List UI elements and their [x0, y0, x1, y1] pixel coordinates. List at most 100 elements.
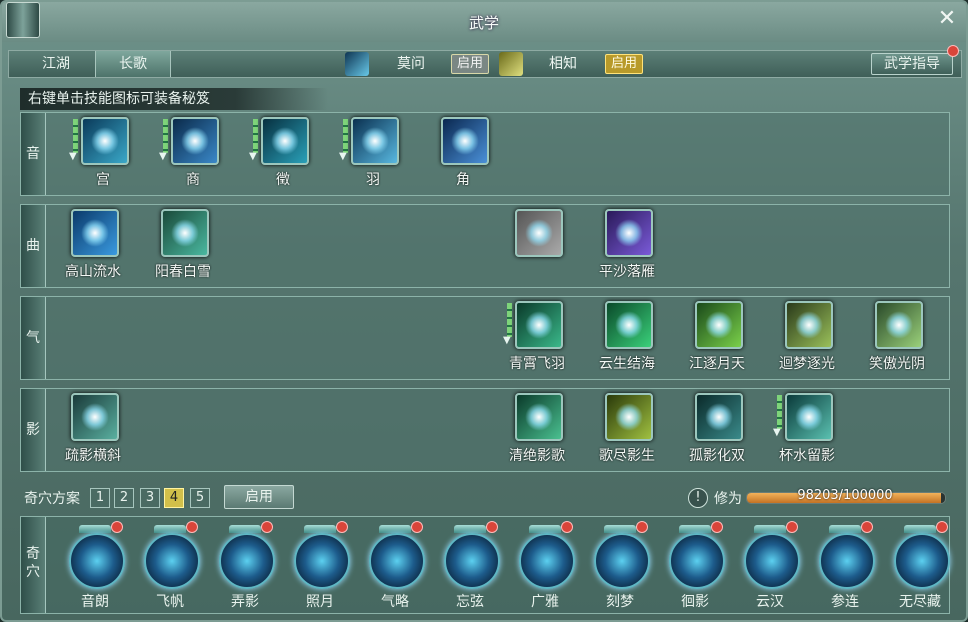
qixue-icon[interactable]	[369, 533, 425, 589]
qixue-item[interactable]: 参连	[815, 521, 875, 611]
qixue-item[interactable]: 广雅	[515, 521, 575, 611]
scheme-1-button[interactable]: 1	[90, 488, 110, 508]
skill-yunshengjiehai[interactable]: 云生结海	[587, 297, 667, 377]
qixue-item[interactable]: 刻梦	[590, 521, 650, 611]
tab-changge[interactable]: 长歌	[95, 51, 171, 77]
qixue-name: 广雅	[531, 594, 559, 610]
skill-beishuiliuying[interactable]: ▼ 杯水留影	[767, 389, 847, 469]
skill-row-qi: 气 ▼ 青霄飞羽 云生结海 江逐月天 迴梦逐光 笑傲光阴	[20, 296, 950, 380]
skill-qingxiaofeiyu[interactable]: ▼ 青霄飞羽	[497, 297, 577, 377]
qixue-name: 忘弦	[456, 594, 484, 610]
skill-xiaoaoguangyin[interactable]: 笑傲光阴	[857, 297, 937, 377]
close-icon[interactable]: ✕	[936, 8, 958, 30]
skill-jiangzhuyuetian[interactable]: 江逐月天	[677, 297, 757, 377]
pingshaluoyan-icon[interactable]	[605, 209, 653, 257]
qixue-name: 云汉	[756, 594, 784, 610]
notification-dot	[111, 521, 123, 533]
qixue-cap	[304, 525, 336, 533]
skill-row-qu: 曲 高山流水 阳春白雪 平沙落雁	[20, 204, 950, 288]
skill-qingjueyingge[interactable]: 清绝影歌	[497, 389, 577, 469]
row-cap-qixue: 奇穴	[21, 517, 46, 613]
qingxiaofeiyu-icon[interactable]	[515, 301, 563, 349]
scheme-2-button[interactable]: 2	[114, 488, 134, 508]
skill-shuyinghengxie[interactable]: 疏影横斜	[53, 389, 133, 469]
guide-button[interactable]: 武学指导	[871, 53, 953, 75]
qixue-icon[interactable]	[444, 533, 500, 589]
scheme-enable-button[interactable]: 启用	[224, 485, 294, 509]
skill-gong[interactable]: ▼ 宫	[63, 113, 143, 193]
qixue-icon[interactable]	[669, 533, 725, 589]
scheme-4-button[interactable]: 4	[164, 488, 184, 508]
yunshengjiehai-icon[interactable]	[605, 301, 653, 349]
qixue-icon[interactable]	[294, 533, 350, 589]
qingjueyingge-icon[interactable]	[515, 393, 563, 441]
mowen-enable-badge[interactable]: 启用	[451, 54, 490, 74]
scheme-3-button[interactable]: 3	[140, 488, 160, 508]
qixue-item[interactable]: 无尽藏	[890, 521, 950, 611]
skill-yangchunbaixue[interactable]: 阳春白雪	[143, 205, 223, 285]
info-icon[interactable]: !	[688, 488, 708, 508]
qixue-name: 弄影	[231, 594, 259, 610]
scheme-5-button[interactable]: 5	[190, 488, 210, 508]
qixue-icon[interactable]	[144, 533, 200, 589]
gong-icon[interactable]	[81, 117, 129, 165]
qixue-item[interactable]: 音朗	[65, 521, 125, 611]
skill-shang[interactable]: ▼ 商	[153, 113, 233, 193]
qixue-item[interactable]: 忘弦	[440, 521, 500, 611]
gaoshanliushui-icon[interactable]	[71, 209, 119, 257]
xiaoaoguangyin-icon[interactable]	[875, 301, 923, 349]
yu-icon[interactable]	[351, 117, 399, 165]
snowflake-icon[interactable]	[161, 209, 209, 257]
skill-jue[interactable]: 角	[423, 113, 503, 193]
skill-locked-flower[interactable]	[497, 205, 577, 285]
qixue-icon[interactable]	[519, 533, 575, 589]
qixue-item[interactable]: 徊影	[665, 521, 725, 611]
qixue-item[interactable]: 云汉	[740, 521, 800, 611]
jue-icon[interactable]	[441, 117, 489, 165]
qixue-icon[interactable]	[594, 533, 650, 589]
sect-mowen-label[interactable]: 莫问	[397, 51, 425, 77]
scheme-label: 奇穴方案	[24, 491, 80, 507]
qixue-icon[interactable]	[219, 533, 275, 589]
qixue-icon[interactable]	[744, 533, 800, 589]
tab-bar: 江湖 长歌 莫问 启用 相知 启用 武学指导	[8, 45, 962, 78]
qixue-item[interactable]: 飞帆	[140, 521, 200, 611]
qixue-cap	[604, 525, 636, 533]
sect-xiangzhi-label[interactable]: 相知	[549, 51, 577, 77]
skill-yu[interactable]: ▼ 羽	[333, 113, 413, 193]
cultivation-text: 98203/100000	[797, 488, 893, 503]
skill-gaoshanliushui[interactable]: 高山流水	[53, 205, 133, 285]
qixue-name: 音朗	[81, 594, 109, 610]
qixue-cap	[79, 525, 111, 533]
qixue-row: 奇穴 音朗 飞帆 弄影 照月 气略 忘弦 广雅 刻梦 徊影 云汉 参连 无尽藏	[20, 516, 950, 614]
qixue-icon[interactable]	[894, 533, 950, 589]
qixue-cap	[379, 525, 411, 533]
guyinghuashuang-icon[interactable]	[695, 393, 743, 441]
skill-gejinyingsheng[interactable]: 歌尽影生	[587, 389, 667, 469]
gejinyingsheng-icon[interactable]	[605, 393, 653, 441]
xiangzhi-enable-badge[interactable]: 启用	[605, 54, 644, 74]
xiangzhi-icon[interactable]	[499, 52, 523, 76]
qixue-icon[interactable]	[819, 533, 875, 589]
qixue-item[interactable]: 照月	[290, 521, 350, 611]
qixue-item[interactable]: 弄影	[215, 521, 275, 611]
skill-zhi[interactable]: ▼ 徵	[243, 113, 323, 193]
qixue-name: 气略	[381, 594, 409, 610]
tab-jianghu[interactable]: 江湖	[19, 51, 93, 77]
jiangzhuyuetian-icon[interactable]	[695, 301, 743, 349]
qixue-cap	[679, 525, 711, 533]
qixue-icon[interactable]	[69, 533, 125, 589]
mowen-icon[interactable]	[345, 52, 369, 76]
shuyinghengxie-icon[interactable]	[71, 393, 119, 441]
cultivation-label: 修为	[714, 491, 742, 507]
zhi-icon[interactable]	[261, 117, 309, 165]
shang-icon[interactable]	[171, 117, 219, 165]
skill-guyinghuashuang[interactable]: 孤影化双	[677, 389, 757, 469]
skill-pingshaluoyan[interactable]: 平沙落雁	[587, 205, 667, 285]
heart-icon[interactable]	[785, 393, 833, 441]
skill-huimengzhuguang[interactable]: 迴梦逐光	[767, 297, 847, 377]
qixue-item[interactable]: 气略	[365, 521, 425, 611]
huimengzhuguang-icon[interactable]	[785, 301, 833, 349]
flower-icon[interactable]	[515, 209, 563, 257]
qixue-cap	[229, 525, 261, 533]
